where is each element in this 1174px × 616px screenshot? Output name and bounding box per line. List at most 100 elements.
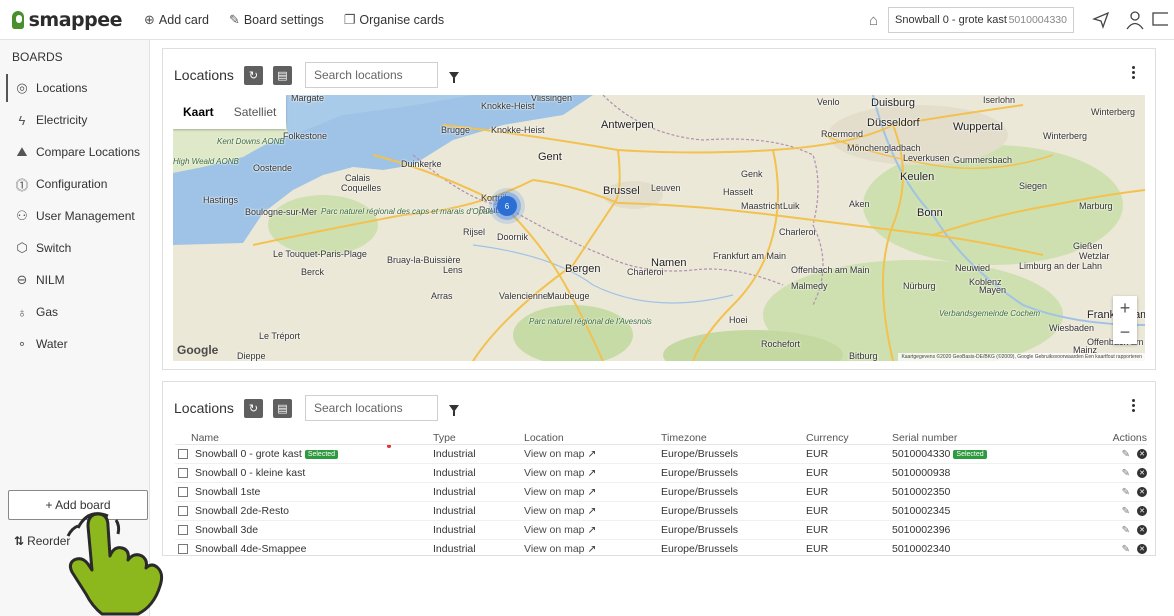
table-row[interactable]: Snowball 3de Industrial View on map ↗ Eu… <box>175 521 1147 540</box>
row-name: Snowball 2de-Resto <box>195 505 289 517</box>
sidebar-item-configuration[interactable]: ⓵ Configuration <box>0 168 149 200</box>
sidebar-item-gas[interactable]: ♁ Gas <box>0 296 149 328</box>
zoom-out-button[interactable]: − <box>1113 320 1137 344</box>
delete-icon[interactable]: ✕ <box>1137 448 1147 459</box>
refresh-button[interactable]: ↻ <box>243 65 263 85</box>
filter-icon[interactable] <box>448 404 459 416</box>
map-label: High Weald AONB <box>173 157 239 166</box>
external-link-icon[interactable]: ↗ <box>587 543 596 555</box>
area-chart-icon: ⛰ <box>16 144 28 159</box>
row-checkbox[interactable] <box>178 506 188 516</box>
refresh-icon: ↻ <box>248 402 259 415</box>
board-selector[interactable]: Snowball 0 - grote kast 5010004330 <box>888 7 1074 33</box>
row-currency: EUR <box>806 467 829 479</box>
map-attribution[interactable]: Kaartgegevens ©2020 GeoBasis-DE/BKG (©20… <box>898 353 1145 361</box>
row-checkbox[interactable] <box>178 468 188 478</box>
board-selector-serial: 5010004330 <box>1008 14 1067 26</box>
map-label: Gießen <box>1073 241 1103 251</box>
map-label: Dieppe <box>237 351 266 361</box>
delete-icon[interactable]: ✕ <box>1137 467 1147 478</box>
map-label: Charleroi <box>627 267 664 277</box>
row-type: Industrial <box>433 543 476 555</box>
map-view[interactable]: Kaart Satelliet Margate Knokke-Heist Vli… <box>173 95 1145 361</box>
add-card-button[interactable]: ⊕ Add card <box>144 12 209 28</box>
zoom-controls: + − <box>1113 296 1137 344</box>
edit-icon[interactable]: ✎ <box>1122 525 1130 536</box>
table-row[interactable]: Snowball 4de-Smappee Industrial View on … <box>175 540 1147 555</box>
organise-cards-button[interactable]: ❐ Organise cards <box>344 12 444 28</box>
tab-satelliet[interactable]: Satelliet <box>224 95 287 129</box>
column-currency[interactable]: Currency <box>806 432 892 444</box>
monitor-icon[interactable] <box>1152 10 1174 30</box>
column-name[interactable]: Name <box>175 432 433 444</box>
view-on-map-link[interactable]: View on map <box>524 505 585 517</box>
edit-icon[interactable]: ✎ <box>1122 449 1130 460</box>
map-label: Malmedy <box>791 281 828 291</box>
external-link-icon[interactable]: ↗ <box>587 505 596 517</box>
export-button[interactable]: ▤ <box>272 65 292 85</box>
map-label: Hasselt <box>723 187 754 197</box>
sidebar-item-user-management[interactable]: ⚇ User Management <box>0 200 149 232</box>
external-link-icon[interactable]: ↗ <box>587 524 596 536</box>
filter-icon[interactable] <box>448 71 459 83</box>
more-options-icon[interactable] <box>1132 399 1135 414</box>
locations-table-card: Locations ↻ ▤ Search locations Name Type… <box>162 381 1156 556</box>
delete-icon[interactable]: ✕ <box>1137 543 1147 554</box>
more-options-icon[interactable] <box>1132 66 1135 81</box>
sidebar-item-water[interactable]: ∘ Water <box>0 328 149 360</box>
view-on-map-link[interactable]: View on map <box>524 543 585 555</box>
table-row[interactable]: Snowball 1ste Industrial View on map ↗ E… <box>175 483 1147 502</box>
external-link-icon[interactable]: ↗ <box>587 467 596 479</box>
smappee-logo[interactable]: smappee <box>12 9 123 31</box>
column-timezone[interactable]: Timezone <box>661 432 806 444</box>
sidebar-item-locations[interactable]: ◎ Locations <box>0 72 149 104</box>
edit-icon[interactable]: ✎ <box>1122 468 1130 479</box>
table-row[interactable]: Snowball 0 - grote kast Selected Industr… <box>175 445 1147 464</box>
location-cluster-marker[interactable]: 6 <box>497 196 517 216</box>
search-locations-input[interactable]: Search locations <box>304 395 438 421</box>
sidebar-item-compare-locations[interactable]: ⛰ Compare Locations <box>0 136 149 168</box>
row-name: Snowball 1ste <box>195 486 261 498</box>
view-on-map-link[interactable]: View on map <box>524 448 585 460</box>
view-on-map-link[interactable]: View on map <box>524 524 585 536</box>
plus-circle-icon: ⊕ <box>144 11 155 27</box>
external-link-icon[interactable]: ↗ <box>587 448 596 460</box>
row-checkbox[interactable] <box>178 525 188 535</box>
edit-icon[interactable]: ✎ <box>1122 544 1130 555</box>
row-timezone: Europe/Brussels <box>661 467 739 479</box>
sidebar-item-electricity[interactable]: ϟ Electricity <box>0 104 149 136</box>
column-type[interactable]: Type <box>433 432 524 444</box>
map-label: Rochefort <box>761 339 801 349</box>
delete-icon[interactable]: ✕ <box>1137 486 1147 497</box>
sidebar-item-nilm[interactable]: ⊖ NILM <box>0 264 149 296</box>
column-serial[interactable]: Serial number <box>892 432 1080 444</box>
row-checkbox[interactable] <box>178 449 188 459</box>
export-button[interactable]: ▤ <box>272 398 292 418</box>
column-location[interactable]: Location <box>524 432 661 444</box>
delete-icon[interactable]: ✕ <box>1137 505 1147 516</box>
tab-kaart[interactable]: Kaart <box>173 95 224 129</box>
row-checkbox[interactable] <box>178 487 188 497</box>
row-checkbox[interactable] <box>178 544 188 554</box>
external-link-icon[interactable]: ↗ <box>587 486 596 498</box>
table-row[interactable]: Snowball 0 - kleine kast Industrial View… <box>175 464 1147 483</box>
edit-icon[interactable]: ✎ <box>1122 506 1130 517</box>
map-label: Valenciennes <box>499 291 553 301</box>
edit-icon[interactable]: ✎ <box>1122 487 1130 498</box>
home-icon[interactable]: ⌂ <box>869 12 878 29</box>
map-label: Parc naturel régional des caps et marais… <box>321 207 494 216</box>
locations-table: Name Type Location Timezone Currency Ser… <box>175 431 1147 555</box>
sidebar-item-switch[interactable]: ⬡ Switch <box>0 232 149 264</box>
notification-icon[interactable] <box>1084 10 1118 30</box>
refresh-button[interactable]: ↻ <box>243 398 263 418</box>
zoom-in-button[interactable]: + <box>1113 296 1137 320</box>
sort-icon: ⇅ <box>14 534 25 548</box>
board-settings-button[interactable]: ✎ Board settings <box>229 12 324 28</box>
table-row[interactable]: Snowball 2de-Resto Industrial View on ma… <box>175 502 1147 521</box>
delete-icon[interactable]: ✕ <box>1137 524 1147 535</box>
user-icon[interactable] <box>1118 10 1152 30</box>
view-on-map-link[interactable]: View on map <box>524 467 585 479</box>
view-on-map-link[interactable]: View on map <box>524 486 585 498</box>
search-locations-input[interactable]: Search locations <box>304 62 438 88</box>
board-selector-name: Snowball 0 - grote kast <box>895 14 1007 26</box>
